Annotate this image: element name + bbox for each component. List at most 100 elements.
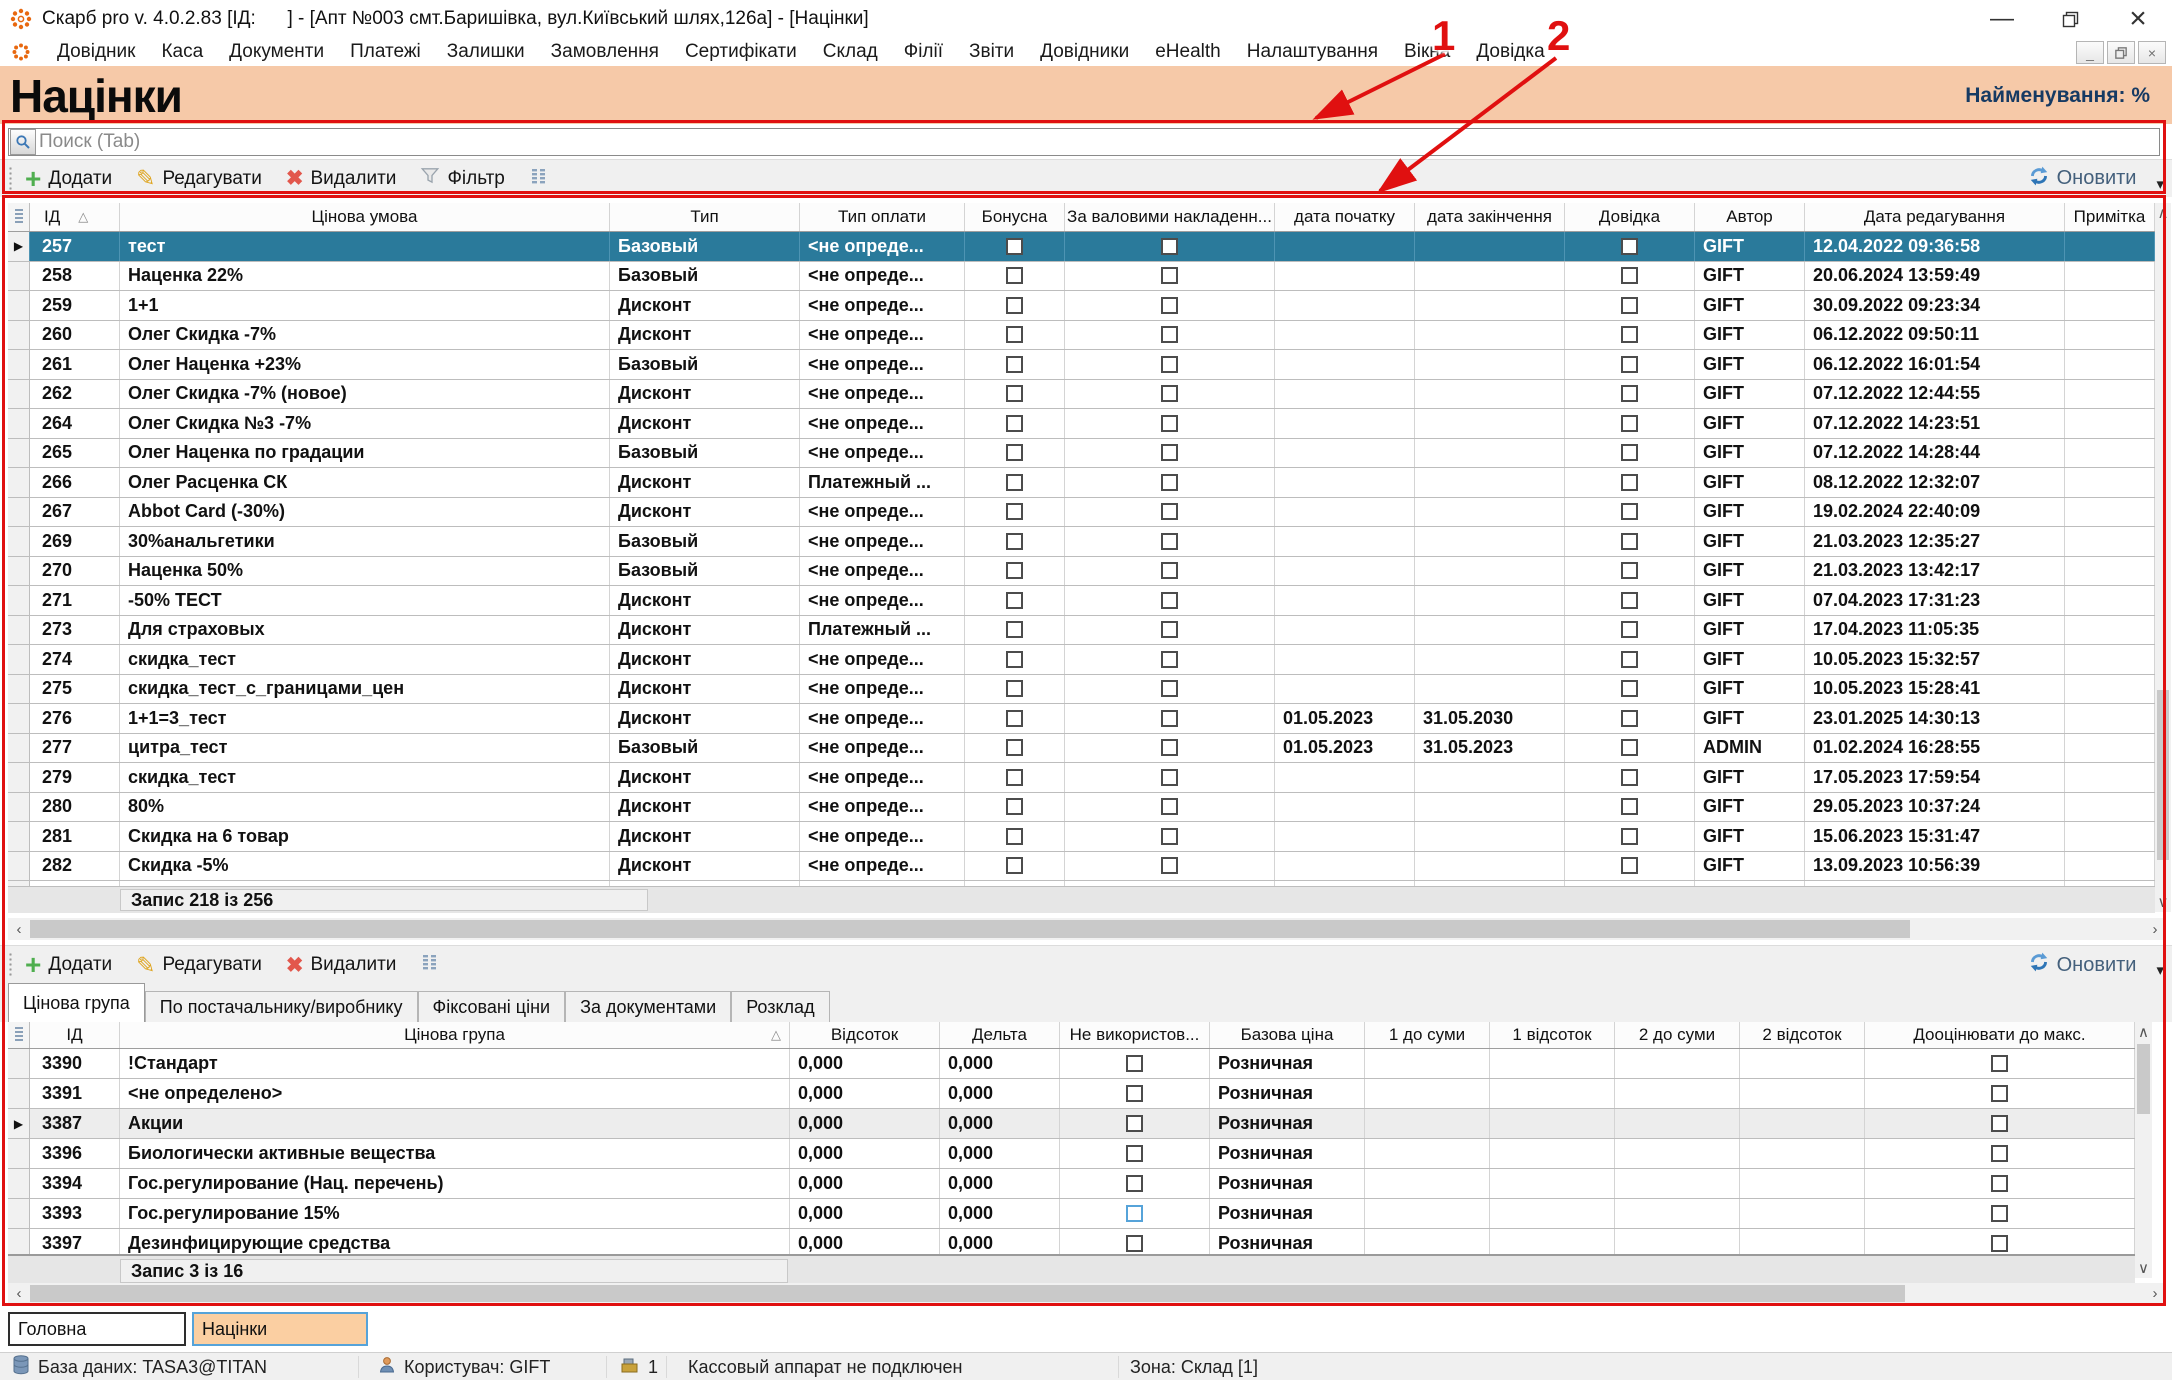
- menu-item[interactable]: Замовлення: [538, 41, 672, 63]
- table-row[interactable]: 3396Биологически активные вещества0,0000…: [8, 1139, 2135, 1169]
- cell-gross[interactable]: [1065, 704, 1275, 733]
- sort-asc-icon[interactable]: △: [78, 209, 88, 225]
- checkbox[interactable]: [1991, 1115, 2008, 1132]
- table-row[interactable]: 267Abbot Card (-30%)Дисконт<не опреде...…: [8, 498, 2155, 528]
- cell-gross[interactable]: [1065, 409, 1275, 438]
- column-header-base[interactable]: Базова ціна: [1210, 1022, 1365, 1048]
- checkbox[interactable]: [1621, 798, 1638, 815]
- table-row[interactable]: 282Скидка -5%Дисконт<не опреде...GIFT13.…: [8, 852, 2155, 882]
- checkbox[interactable]: [1161, 415, 1178, 432]
- mdi-minimize-icon[interactable]: _: [2076, 41, 2104, 64]
- cell-gross[interactable]: [1065, 291, 1275, 320]
- cell-gross[interactable]: [1065, 232, 1275, 261]
- cell-help[interactable]: [1565, 675, 1695, 704]
- checkbox[interactable]: [1006, 592, 1023, 609]
- cell-bonus[interactable]: [965, 291, 1065, 320]
- cell-gross[interactable]: [1065, 793, 1275, 822]
- column-header-percent[interactable]: Відсоток: [790, 1022, 940, 1048]
- column-header-max[interactable]: Дооцінювати до макс.: [1865, 1022, 2135, 1048]
- checkbox[interactable]: [1161, 710, 1178, 727]
- cell-not_used[interactable]: [1060, 1079, 1210, 1108]
- table-row[interactable]: 2591+1Дисконт<не опреде...GIFT30.09.2022…: [8, 291, 2155, 321]
- cell-gross[interactable]: [1065, 645, 1275, 674]
- columns-button[interactable]: [408, 952, 452, 978]
- checkbox[interactable]: [1006, 651, 1023, 668]
- checkbox[interactable]: [1621, 326, 1638, 343]
- scroll-thumb[interactable]: [2137, 1044, 2150, 1114]
- checkbox[interactable]: [1991, 1175, 2008, 1192]
- checkbox[interactable]: [1006, 533, 1023, 550]
- window-tab-markups[interactable]: Націнки: [192, 1312, 368, 1346]
- cell-bonus[interactable]: [965, 704, 1065, 733]
- checkbox[interactable]: [1006, 444, 1023, 461]
- cell-not_used[interactable]: [1060, 1169, 1210, 1198]
- checkbox[interactable]: [1161, 326, 1178, 343]
- checkbox[interactable]: [1006, 857, 1023, 874]
- scroll-thumb[interactable]: [30, 920, 1910, 938]
- column-header-pay[interactable]: Тип оплати: [800, 203, 965, 231]
- cell-bonus[interactable]: [965, 675, 1065, 704]
- lower-vertical-scrollbar[interactable]: ∧ ∨: [2135, 1022, 2152, 1278]
- checkbox[interactable]: [1006, 474, 1023, 491]
- cell-help[interactable]: [1565, 616, 1695, 645]
- checkbox[interactable]: [1161, 769, 1178, 786]
- cell-gross[interactable]: [1065, 262, 1275, 291]
- cell-bonus[interactable]: [965, 262, 1065, 291]
- table-row[interactable]: 273Для страховыхДисконтПлатежный ...GIFT…: [8, 616, 2155, 646]
- cell-help[interactable]: [1565, 321, 1695, 350]
- cell-bonus[interactable]: [965, 527, 1065, 556]
- column-header-name[interactable]: Цінова умова: [120, 203, 610, 231]
- menu-item[interactable]: Каса: [148, 41, 216, 63]
- cell-not_used[interactable]: [1060, 1139, 1210, 1168]
- cell-gross[interactable]: [1065, 321, 1275, 350]
- checkbox[interactable]: [1621, 533, 1638, 550]
- table-row[interactable]: 274скидка_тестДисконт<не опреде...GIFT10…: [8, 645, 2155, 675]
- cell-not_used[interactable]: [1060, 1049, 1210, 1078]
- checkbox[interactable]: [1161, 798, 1178, 815]
- refresh-dropdown-icon[interactable]: ▾: [2156, 961, 2164, 979]
- checkbox[interactable]: [1006, 680, 1023, 697]
- cell-help[interactable]: [1565, 822, 1695, 851]
- cell-gross[interactable]: [1065, 498, 1275, 527]
- checkbox[interactable]: [1621, 651, 1638, 668]
- column-header-gross[interactable]: За валовими накладенн...: [1065, 203, 1275, 231]
- window-tab-home[interactable]: Головна: [8, 1312, 186, 1346]
- tab-item[interactable]: По постачальнику/виробнику: [145, 991, 418, 1022]
- edit-button[interactable]: ✎Редагувати: [124, 165, 274, 192]
- checkbox[interactable]: [1161, 739, 1178, 756]
- table-row[interactable]: 3393Гос.регулирование 15%0,0000,000Розни…: [8, 1199, 2135, 1229]
- checkbox[interactable]: [1126, 1145, 1143, 1162]
- cell-help[interactable]: [1565, 498, 1695, 527]
- table-row[interactable]: 26930%анальгетикиБазовый<не опреде...GIF…: [8, 527, 2155, 557]
- column-header-end[interactable]: дата закінчення: [1415, 203, 1565, 231]
- checkbox[interactable]: [1126, 1055, 1143, 1072]
- columns-button[interactable]: [517, 166, 561, 192]
- checkbox[interactable]: [1006, 385, 1023, 402]
- upper-vertical-scrollbar[interactable]: ∧ ∨: [2155, 203, 2171, 912]
- tab-active[interactable]: Цінова група: [8, 983, 145, 1022]
- cell-gross[interactable]: [1065, 734, 1275, 763]
- column-header-edited[interactable]: Дата редагування: [1805, 203, 2065, 231]
- menu-item[interactable]: Налаштування: [1234, 41, 1391, 63]
- table-row[interactable]: 264Олег Скидка №3 -7%Дисконт<не опреде..…: [8, 409, 2155, 439]
- cell-help[interactable]: [1565, 291, 1695, 320]
- checkbox[interactable]: [1621, 356, 1638, 373]
- checkbox[interactable]: [1161, 562, 1178, 579]
- cell-bonus[interactable]: [965, 498, 1065, 527]
- add-button[interactable]: +Додати: [13, 168, 124, 190]
- cell-gross[interactable]: [1065, 763, 1275, 792]
- cell-help[interactable]: [1565, 734, 1695, 763]
- menu-item[interactable]: Залишки: [434, 41, 538, 63]
- refresh-button[interactable]: Оновити: [2016, 951, 2149, 979]
- checkbox[interactable]: [1126, 1175, 1143, 1192]
- filter-button[interactable]: Фільтр: [408, 167, 516, 191]
- checkbox[interactable]: [1621, 385, 1638, 402]
- checkbox[interactable]: [1006, 828, 1023, 845]
- checkbox[interactable]: [1621, 769, 1638, 786]
- checkbox[interactable]: [1161, 385, 1178, 402]
- table-corner-icon[interactable]: [8, 1022, 30, 1048]
- column-header-id[interactable]: ІД: [30, 1022, 120, 1048]
- mdi-restore-icon[interactable]: [2107, 41, 2135, 64]
- cell-bonus[interactable]: [965, 232, 1065, 261]
- cell-gross[interactable]: [1065, 586, 1275, 615]
